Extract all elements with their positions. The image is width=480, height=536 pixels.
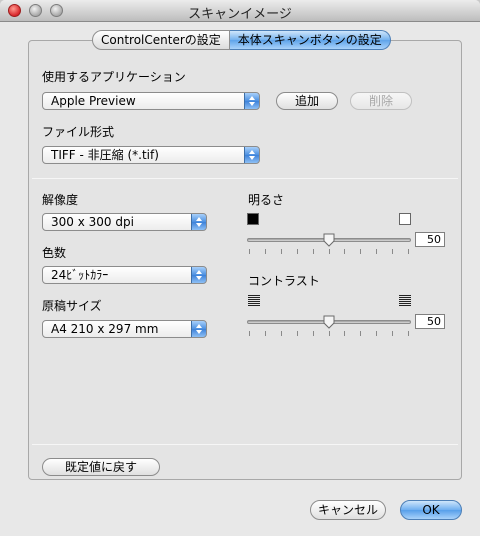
section-divider (32, 178, 458, 179)
document-size-select-value: A4 210 x 297 mm (51, 322, 159, 336)
slider-tick (297, 331, 298, 336)
resolution-label: 解像度 (42, 193, 79, 207)
color-select-value: 24ﾋﾞｯﾄｶﾗｰ (51, 268, 109, 282)
slider-tick (249, 249, 250, 254)
contrast-slider-thumb[interactable] (323, 315, 335, 329)
color-label: 色数 (42, 246, 67, 260)
remove-button[interactable]: 削除 (350, 92, 412, 110)
file-format-select-value: TIFF - 非圧縮 (*.tif) (51, 148, 159, 162)
slider-tick (297, 249, 298, 254)
title-bar[interactable]: スキャンイメージ (0, 0, 480, 22)
tab-bar: ControlCenterの設定 本体スキャンボタンの設定 (92, 30, 391, 50)
dark-square-icon (247, 213, 259, 225)
bottom-divider (32, 444, 458, 445)
slider-tick (344, 249, 345, 254)
slider-tick (344, 331, 345, 336)
application-label: 使用するアプリケーション (42, 70, 186, 84)
resolution-select[interactable]: 300 x 300 dpi (42, 213, 207, 231)
file-format-select[interactable]: TIFF - 非圧縮 (*.tif) (42, 146, 260, 164)
slider-tick (313, 249, 314, 254)
light-square-icon (399, 213, 411, 225)
slider-tick (376, 331, 377, 336)
contrast-label: コントラスト (248, 274, 320, 288)
application-select[interactable]: Apple Preview (42, 92, 260, 110)
document-size-label: 原稿サイズ (42, 299, 102, 313)
popup-arrows-icon (244, 93, 259, 109)
slider-tick (392, 249, 393, 254)
slider-tick (329, 249, 330, 254)
brightness-value-field[interactable]: 50 (415, 232, 445, 247)
popup-arrows-icon (191, 321, 206, 337)
slider-tick (408, 249, 409, 254)
color-select[interactable]: 24ﾋﾞｯﾄｶﾗｰ (42, 266, 207, 284)
slider-tick (249, 331, 250, 336)
brightness-slider-thumb[interactable] (323, 233, 335, 247)
slider-tick (360, 249, 361, 254)
slider-tick (392, 331, 393, 336)
brightness-label: 明るさ (248, 193, 285, 207)
slider-tick (313, 331, 314, 336)
popup-arrows-icon (244, 147, 259, 163)
slider-tick (265, 249, 266, 254)
slider-tick (265, 331, 266, 336)
resolution-select-value: 300 x 300 dpi (51, 215, 134, 229)
tab-device-scan-button-settings[interactable]: 本体スキャンボタンの設定 (229, 30, 391, 50)
application-select-value: Apple Preview (51, 94, 136, 108)
slider-tick (408, 331, 409, 336)
slider-tick (281, 249, 282, 254)
brightness-slider-ticks (249, 249, 409, 254)
contrast-value-field[interactable]: 50 (415, 314, 445, 329)
slider-tick (360, 331, 361, 336)
scan-image-dialog: スキャンイメージ ControlCenterの設定 本体スキャンボタンの設定 使… (0, 0, 480, 536)
slider-tick (281, 331, 282, 336)
cancel-button[interactable]: キャンセル (310, 500, 386, 520)
slider-tick (329, 331, 330, 336)
popup-arrows-icon (191, 214, 206, 230)
low-contrast-icon (248, 295, 260, 307)
contrast-slider-ticks (249, 331, 409, 336)
window-title: スキャンイメージ (188, 7, 292, 22)
popup-arrows-icon (191, 267, 206, 283)
slider-tick (376, 249, 377, 254)
ok-button[interactable]: OK (400, 500, 462, 520)
add-button[interactable]: 追加 (276, 92, 338, 110)
tab-controlcenter-settings[interactable]: ControlCenterの設定 (92, 30, 230, 50)
high-contrast-icon (399, 295, 411, 307)
document-size-select[interactable]: A4 210 x 297 mm (42, 320, 207, 338)
file-format-label: ファイル形式 (42, 125, 115, 139)
restore-defaults-button[interactable]: 既定値に戻す (42, 458, 160, 476)
